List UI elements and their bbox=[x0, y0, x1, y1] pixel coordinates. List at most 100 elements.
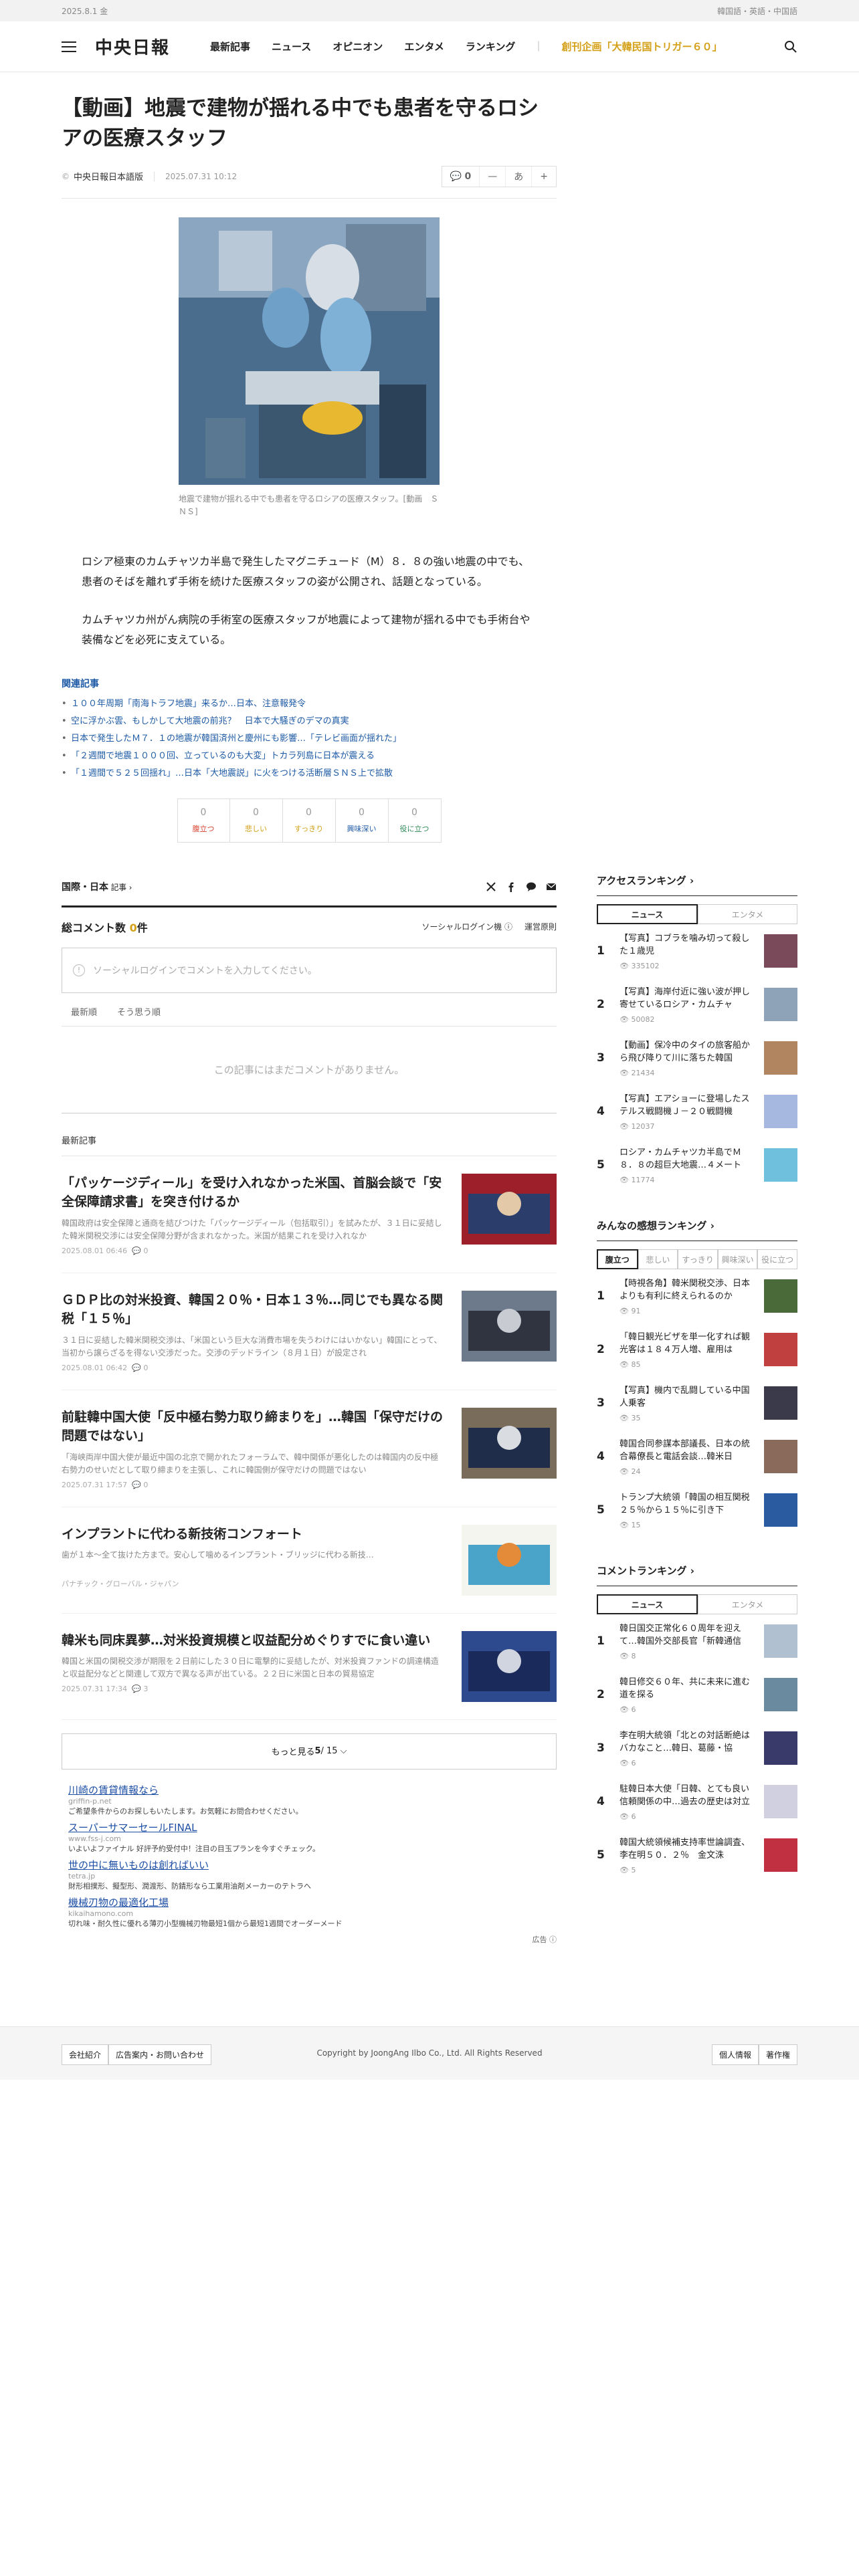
text-ad[interactable]: 世の中に無いものは創ればいい tetra.jp 財形相撲形、擬型形、潤渡形、防錆形な… bbox=[68, 1858, 557, 1891]
nav-latest[interactable]: 最新記事 bbox=[210, 39, 250, 53]
ranking-title[interactable]: みんなの感想ランキング › bbox=[597, 1218, 797, 1241]
ranking-tab[interactable]: 悲しい bbox=[638, 1249, 678, 1269]
font-increase-button[interactable]: + bbox=[532, 167, 556, 187]
rank-title[interactable]: 韓日国交正常化６０周年を迎えて…韓国外交部長官「新韓通信 bbox=[619, 1622, 756, 1649]
news-item[interactable]: インプラントに代わる新技術コンフォート 歯が１本～全て抜けた方まで。安心して噛める… bbox=[62, 1507, 557, 1614]
nav-entertainment[interactable]: エンタメ bbox=[404, 39, 444, 53]
rank-title[interactable]: 「韓日観光ビザを単一化すれば観光客は１８４万人増、雇用は bbox=[619, 1331, 756, 1358]
rank-title[interactable]: 韓日修交６０年、共に未来に進む道を探る bbox=[619, 1676, 756, 1703]
ad-label[interactable]: 広告 ⓘ bbox=[62, 1934, 557, 1945]
rank-title[interactable]: 韓国大統領候補支持率世論調査、李在明５０．２％ 金文洙 bbox=[619, 1836, 756, 1863]
rank-thumbnail[interactable] bbox=[764, 934, 797, 968]
nav-news[interactable]: ニュース bbox=[272, 39, 311, 53]
rank-thumbnail[interactable] bbox=[764, 1731, 797, 1765]
ranking-tab[interactable]: エンタメ bbox=[698, 1594, 797, 1614]
rank-title[interactable]: 【写真】海岸付近に強い波が押し寄せているロシア・カムチャ bbox=[619, 986, 756, 1012]
ranking-tab[interactable]: ニュース bbox=[597, 904, 698, 924]
rank-thumbnail[interactable] bbox=[764, 1386, 797, 1420]
reaction-button[interactable]: 0 すっきり bbox=[282, 798, 336, 843]
ranking-item[interactable]: 4 韓国合同参謀本部議長、日本の統合幕僚長と電話会談…韓米日 👁 24 bbox=[597, 1430, 797, 1483]
ad-title[interactable]: 世の中に無いものは創ればいい bbox=[68, 1858, 557, 1872]
news-title[interactable]: インプラントに代わる新技術コンフォート bbox=[62, 1525, 444, 1544]
ranking-tab[interactable]: すっきり bbox=[678, 1249, 718, 1269]
reaction-button[interactable]: 0 興味深い bbox=[335, 798, 389, 843]
text-ad[interactable]: 川崎の賃貸情報なら griffin-p.net ご希望条件からのお探しもいたします。… bbox=[68, 1783, 557, 1816]
footer-link-copyright[interactable]: 著作権 bbox=[758, 2044, 797, 2065]
rank-thumbnail[interactable] bbox=[764, 988, 797, 1021]
ranking-item[interactable]: 3 李在明大統領「北との対話断絶はバカなこと…韓日、葛藤・協 👁 6 bbox=[597, 1721, 797, 1775]
news-item[interactable]: 「パッケージディール」を受け入れなかった米国、首脳会談で「安全保障請求書」を突き… bbox=[62, 1156, 557, 1273]
news-thumbnail[interactable] bbox=[462, 1407, 557, 1479]
related-link[interactable]: 空に浮かぶ雲、もしかして大地震の前兆？ 日本で大騒ぎのデマの真実 bbox=[62, 713, 557, 730]
rank-thumbnail[interactable] bbox=[764, 1041, 797, 1075]
comment-count-button[interactable]: 💬 0 bbox=[442, 166, 480, 187]
rank-thumbnail[interactable] bbox=[764, 1838, 797, 1872]
rank-thumbnail[interactable] bbox=[764, 1624, 797, 1658]
related-link[interactable]: 「１週間で５２５回揺れ」…日本「大地震説」に火をつける活断層ＳＮＳ上で拡散 bbox=[62, 765, 557, 782]
news-thumbnail[interactable] bbox=[462, 1290, 557, 1362]
rank-thumbnail[interactable] bbox=[764, 1333, 797, 1366]
reaction-button[interactable]: 0 役に立つ bbox=[388, 798, 442, 843]
news-thumbnail[interactable] bbox=[462, 1173, 557, 1245]
ranking-item[interactable]: 1 【写真】コブラを噛み切って殺した１歳児 👁 335102 bbox=[597, 924, 797, 978]
text-ad[interactable]: 機械刃物の最適化工場 kikaihamono.com 切れ味・耐久性に優れる薄刃小型… bbox=[68, 1895, 557, 1929]
facebook-icon[interactable] bbox=[506, 881, 516, 892]
rank-thumbnail[interactable] bbox=[764, 1148, 797, 1182]
chat-icon[interactable] bbox=[526, 881, 537, 892]
ranking-tab[interactable]: エンタメ bbox=[698, 904, 797, 924]
ranking-item[interactable]: 5 韓国大統領候補支持率世論調査、李在明５０．２％ 金文洙 👁 5 bbox=[597, 1828, 797, 1882]
nav-ranking[interactable]: ランキング bbox=[466, 39, 516, 53]
news-title[interactable]: ＧＤＰ比の対米投資、韓国２０％・日本１３％…同じでも異なる関税「１５％」 bbox=[62, 1291, 444, 1329]
rank-title[interactable]: 【時視各角】韓米関税交渉、日本よりも有利に終えられるのか bbox=[619, 1277, 756, 1304]
news-item[interactable]: 前駐韓中国大使「反中極右勢力取り締まりを」…韓国「保守だけの問題ではない」 「海峡… bbox=[62, 1390, 557, 1507]
related-link[interactable]: １００年周期「南海トラフ地震」来るか…日本、注意報発令 bbox=[62, 695, 557, 713]
ranking-item[interactable]: 2 【写真】海岸付近に強い波が押し寄せているロシア・カムチャ 👁 50082 bbox=[597, 978, 797, 1031]
rank-thumbnail[interactable] bbox=[764, 1493, 797, 1527]
rank-title[interactable]: 【写真】エアショーに登場したステルス戦闘機Ｊ－２０戦闘機 bbox=[619, 1093, 756, 1119]
x-icon[interactable] bbox=[486, 881, 496, 892]
rank-title[interactable]: トランプ大統領「韓国の相互関税２５％から１５％に引き下 bbox=[619, 1491, 756, 1518]
more-button[interactable]: もっと見る 5 / 15 ⌵ bbox=[62, 1733, 557, 1769]
reaction-button[interactable]: 0 悲しい bbox=[229, 798, 283, 843]
rank-title[interactable]: 【写真】コブラを噛み切って殺した１歳児 bbox=[619, 932, 756, 959]
sort-latest-tab[interactable]: 最新順 bbox=[71, 1005, 97, 1026]
news-item[interactable]: ＧＤＰ比の対米投資、韓国２０％・日本１３％…同じでも異なる関税「１５％」 ３１日に… bbox=[62, 1273, 557, 1390]
mail-icon[interactable] bbox=[546, 881, 557, 892]
rank-thumbnail[interactable] bbox=[764, 1785, 797, 1818]
news-title[interactable]: 「パッケージディール」を受け入れなかった米国、首脳会談で「安全保障請求書」を突き… bbox=[62, 1174, 444, 1212]
rank-thumbnail[interactable] bbox=[764, 1279, 797, 1313]
language-links[interactable]: 韓国語・英語・中国語 bbox=[717, 5, 797, 17]
category-link[interactable]: 国際・日本 記事 › bbox=[62, 880, 132, 893]
ad-title[interactable]: スーパーサマーセールFINAL bbox=[68, 1820, 557, 1834]
ranking-tab[interactable]: ニュース bbox=[597, 1594, 698, 1614]
ranking-item[interactable]: 4 【写真】エアショーに登場したステルス戦闘機Ｊ－２０戦闘機 👁 12037 bbox=[597, 1085, 797, 1138]
news-thumbnail[interactable] bbox=[462, 1524, 557, 1596]
ranking-tab[interactable]: 興味深い bbox=[717, 1249, 758, 1269]
search-icon[interactable] bbox=[784, 40, 797, 53]
reaction-button[interactable]: 0 腹立つ bbox=[177, 798, 230, 843]
hamburger-icon[interactable] bbox=[62, 41, 76, 52]
ranking-title[interactable]: コメントランキング › bbox=[597, 1564, 797, 1586]
ranking-title[interactable]: アクセスランキング › bbox=[597, 873, 797, 896]
rank-title[interactable]: 【動画】保冷中のタイの旅客船から飛び降りて川に落ちた韓国 bbox=[619, 1039, 756, 1066]
news-thumbnail[interactable] bbox=[462, 1630, 557, 1702]
footer-link-privacy[interactable]: 個人情報 bbox=[711, 2044, 759, 2065]
ranking-tab[interactable]: 役に立つ bbox=[757, 1249, 797, 1269]
news-item[interactable]: 韓米も同床異夢…対米投資規模と収益配分めぐりすでに食い違い 韓国と米国の関税交渉が… bbox=[62, 1614, 557, 1720]
rank-thumbnail[interactable] bbox=[764, 1440, 797, 1473]
ranking-tab[interactable]: 腹立つ bbox=[597, 1249, 638, 1269]
related-link[interactable]: 日本で発生したＭ７．１の地震が韓国済州と慶州にも影響…「テレビ画面が揺れた」 bbox=[62, 730, 557, 748]
ranking-item[interactable]: 1 【時視各角】韓米関税交渉、日本よりも有利に終えられるのか 👁 91 bbox=[597, 1269, 797, 1323]
ranking-item[interactable]: 2 「韓日観光ビザを単一化すれば観光客は１８４万人増、雇用は 👁 85 bbox=[597, 1323, 797, 1376]
ad-title[interactable]: 川崎の賃貸情報なら bbox=[68, 1783, 557, 1797]
ranking-item[interactable]: 4 駐韓日本大使「日韓、とても良い信頼関係の中…過去の歴史は対立 👁 6 bbox=[597, 1775, 797, 1828]
nav-special-feature[interactable]: 創刊企画「大韓民国トリガー６０」 bbox=[562, 39, 723, 53]
text-ad[interactable]: スーパーサマーセールFINAL www.fss-j.com いよいよファイナル 好評… bbox=[68, 1820, 557, 1854]
site-logo[interactable]: 中央日報 bbox=[95, 34, 170, 59]
related-link[interactable]: 「２週間で地震１０００回、立っているのも大変」トカラ列島に日本が震える bbox=[62, 748, 557, 765]
sort-agree-tab[interactable]: そう思う順 bbox=[117, 1005, 161, 1026]
comment-input[interactable]: ! ソーシャルログインでコメントを入力してください。 bbox=[62, 947, 557, 993]
rank-title[interactable]: 韓国合同参謀本部議長、日本の統合幕僚長と電話会談…韓米日 bbox=[619, 1438, 756, 1465]
font-decrease-button[interactable]: — bbox=[480, 166, 506, 187]
social-login-link[interactable]: ソーシャルログイン機 ⓘ bbox=[421, 921, 512, 932]
